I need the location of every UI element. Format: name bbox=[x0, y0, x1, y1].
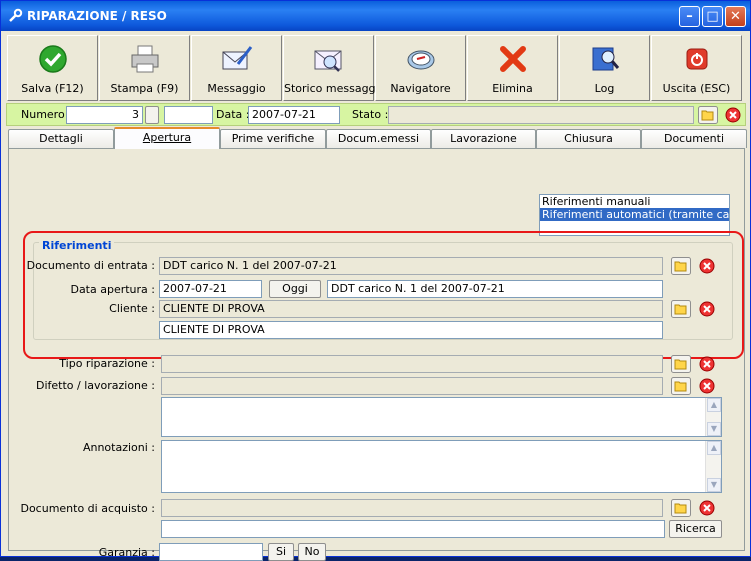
title-bar[interactable]: RIPARAZIONE / RESO – □ ✕ bbox=[1, 1, 750, 31]
numero-label: Numero : bbox=[21, 108, 72, 121]
oggi-button[interactable]: Oggi bbox=[269, 280, 321, 298]
clear-icon[interactable] bbox=[697, 355, 717, 373]
wrench-icon bbox=[9, 8, 23, 22]
annotazioni-textarea[interactable]: ▲ ▼ bbox=[161, 440, 722, 493]
scroll-up-icon[interactable]: ▲ bbox=[707, 398, 721, 412]
ricerca-button[interactable]: Ricerca bbox=[669, 520, 722, 538]
folder-icon[interactable] bbox=[671, 300, 691, 318]
documento-entrata-label: Documento di entrata : bbox=[26, 259, 155, 272]
message-history-button[interactable]: Storico messaggi bbox=[283, 35, 379, 101]
scrollbar[interactable]: ▲ ▼ bbox=[705, 441, 721, 492]
numero-button[interactable] bbox=[145, 106, 159, 124]
printer-icon bbox=[131, 45, 159, 73]
tab-strip: Dettagli Apertura Prime verifiche Docum.… bbox=[8, 127, 748, 149]
maximize-button[interactable]: □ bbox=[702, 6, 723, 27]
documento-entrata-field[interactable]: DDT carico N. 1 del 2007-07-21 bbox=[159, 257, 663, 275]
window-title: RIPARAZIONE / RESO bbox=[27, 9, 167, 23]
message-history-label: Storico messaggi bbox=[284, 82, 379, 95]
difetto-field[interactable] bbox=[161, 377, 663, 395]
tipo-riparazione-field[interactable] bbox=[161, 355, 663, 373]
save-label: Salva (F12) bbox=[21, 82, 84, 95]
folder-icon[interactable] bbox=[671, 499, 691, 517]
documento-acquisto-search-field[interactable] bbox=[161, 520, 665, 538]
scroll-down-icon[interactable]: ▼ bbox=[707, 422, 721, 436]
data-apertura-label: Data apertura : bbox=[70, 283, 155, 296]
delete-x-icon bbox=[500, 46, 526, 72]
documento-acquisto-label: Documento di acquisto : bbox=[20, 502, 155, 515]
client-area: Salva (F12) Stampa (F9) Messaggio Storic… bbox=[4, 32, 748, 561]
message-button[interactable]: Messaggio bbox=[191, 35, 282, 101]
header-bar: Numero : 3 Data : 2007-07-21 Stato : bbox=[6, 103, 746, 126]
main-window: RIPARAZIONE / RESO – □ ✕ Salva (F12) Sta… bbox=[0, 0, 751, 561]
riferimenti-listbox[interactable]: Riferimenti manuali Riferimenti automati… bbox=[539, 194, 730, 236]
envelope-search-icon bbox=[314, 50, 342, 72]
book-search-icon bbox=[592, 47, 620, 71]
clear-icon[interactable] bbox=[723, 106, 743, 124]
clear-icon[interactable] bbox=[697, 499, 717, 517]
tab-documenti[interactable]: Documenti bbox=[641, 129, 747, 148]
tab-docum-emessi[interactable]: Docum.emessi bbox=[326, 129, 431, 148]
exit-button[interactable]: Uscita (ESC) bbox=[651, 35, 742, 101]
tab-apertura[interactable]: Apertura bbox=[114, 127, 220, 149]
stato-field[interactable] bbox=[388, 106, 694, 124]
delete-label: Elimina bbox=[492, 82, 533, 95]
minimize-button[interactable]: – bbox=[679, 6, 700, 27]
folder-icon[interactable] bbox=[698, 106, 718, 124]
clear-icon[interactable] bbox=[697, 300, 717, 318]
folder-icon[interactable] bbox=[671, 355, 691, 373]
cliente-label: Cliente : bbox=[109, 302, 155, 315]
power-icon bbox=[686, 48, 708, 70]
save-button[interactable]: Salva (F12) bbox=[7, 35, 98, 101]
print-button[interactable]: Stampa (F9) bbox=[99, 35, 190, 101]
data-apertura-field[interactable]: 2007-07-21 bbox=[159, 280, 262, 298]
cliente-field[interactable]: CLIENTE DI PROVA bbox=[159, 300, 663, 318]
data-label: Data : bbox=[216, 108, 250, 121]
check-icon bbox=[39, 45, 67, 73]
tab-prime-verifiche[interactable]: Prime verifiche bbox=[220, 129, 326, 148]
scroll-up-icon[interactable]: ▲ bbox=[707, 441, 721, 455]
no-button[interactable]: No bbox=[298, 543, 326, 561]
data-apertura-doc-field[interactable]: DDT carico N. 1 del 2007-07-21 bbox=[327, 280, 663, 298]
list-item[interactable]: Riferimenti manuali bbox=[540, 195, 729, 208]
log-label: Log bbox=[594, 82, 615, 95]
data-field[interactable]: 2007-07-21 bbox=[248, 106, 340, 124]
clear-icon[interactable] bbox=[697, 377, 717, 395]
compass-icon bbox=[407, 50, 435, 70]
garanzia-label: Garanzia : bbox=[98, 546, 155, 559]
close-button[interactable]: ✕ bbox=[725, 6, 746, 27]
riferimenti-title: Riferimenti bbox=[39, 239, 115, 252]
difetto-label: Difetto / lavorazione : bbox=[35, 379, 155, 392]
navigator-button[interactable]: Navigatore bbox=[375, 35, 466, 101]
tab-lavorazione[interactable]: Lavorazione bbox=[431, 129, 536, 148]
tab-panel-apertura: Riferimenti manuali Riferimenti automati… bbox=[8, 148, 745, 561]
tipo-riparazione-label: Tipo riparazione : bbox=[59, 357, 155, 370]
print-label: Stampa (F9) bbox=[110, 82, 179, 95]
difetto-textarea[interactable]: ▲ ▼ bbox=[161, 397, 722, 437]
tab-dettagli[interactable]: Dettagli bbox=[8, 129, 114, 148]
numero-field[interactable]: 3 bbox=[66, 106, 143, 124]
numero-suffix-field[interactable] bbox=[164, 106, 213, 124]
si-button[interactable]: Si bbox=[268, 543, 294, 561]
folder-icon[interactable] bbox=[671, 257, 691, 275]
log-button[interactable]: Log bbox=[559, 35, 650, 101]
documento-acquisto-field[interactable] bbox=[161, 499, 663, 517]
message-label: Messaggio bbox=[207, 82, 266, 95]
delete-button[interactable]: Elimina bbox=[467, 35, 558, 101]
envelope-pen-icon bbox=[222, 46, 253, 70]
annotazioni-label: Annotazioni : bbox=[82, 441, 155, 454]
navigator-label: Navigatore bbox=[390, 82, 451, 95]
scroll-down-icon[interactable]: ▼ bbox=[707, 478, 721, 492]
scrollbar[interactable]: ▲ ▼ bbox=[705, 398, 721, 436]
toolbar: Salva (F12) Stampa (F9) Messaggio Storic… bbox=[7, 35, 745, 101]
exit-label: Uscita (ESC) bbox=[662, 82, 731, 95]
clear-icon[interactable] bbox=[697, 257, 717, 275]
stato-label: Stato : bbox=[352, 108, 389, 121]
list-item-selected[interactable]: Riferimenti automatici (tramite causali … bbox=[540, 208, 729, 221]
cliente-detail-field[interactable]: CLIENTE DI PROVA bbox=[159, 321, 663, 339]
garanzia-field[interactable] bbox=[159, 543, 263, 561]
folder-icon[interactable] bbox=[671, 377, 691, 395]
tab-chiusura[interactable]: Chiusura bbox=[536, 129, 641, 148]
